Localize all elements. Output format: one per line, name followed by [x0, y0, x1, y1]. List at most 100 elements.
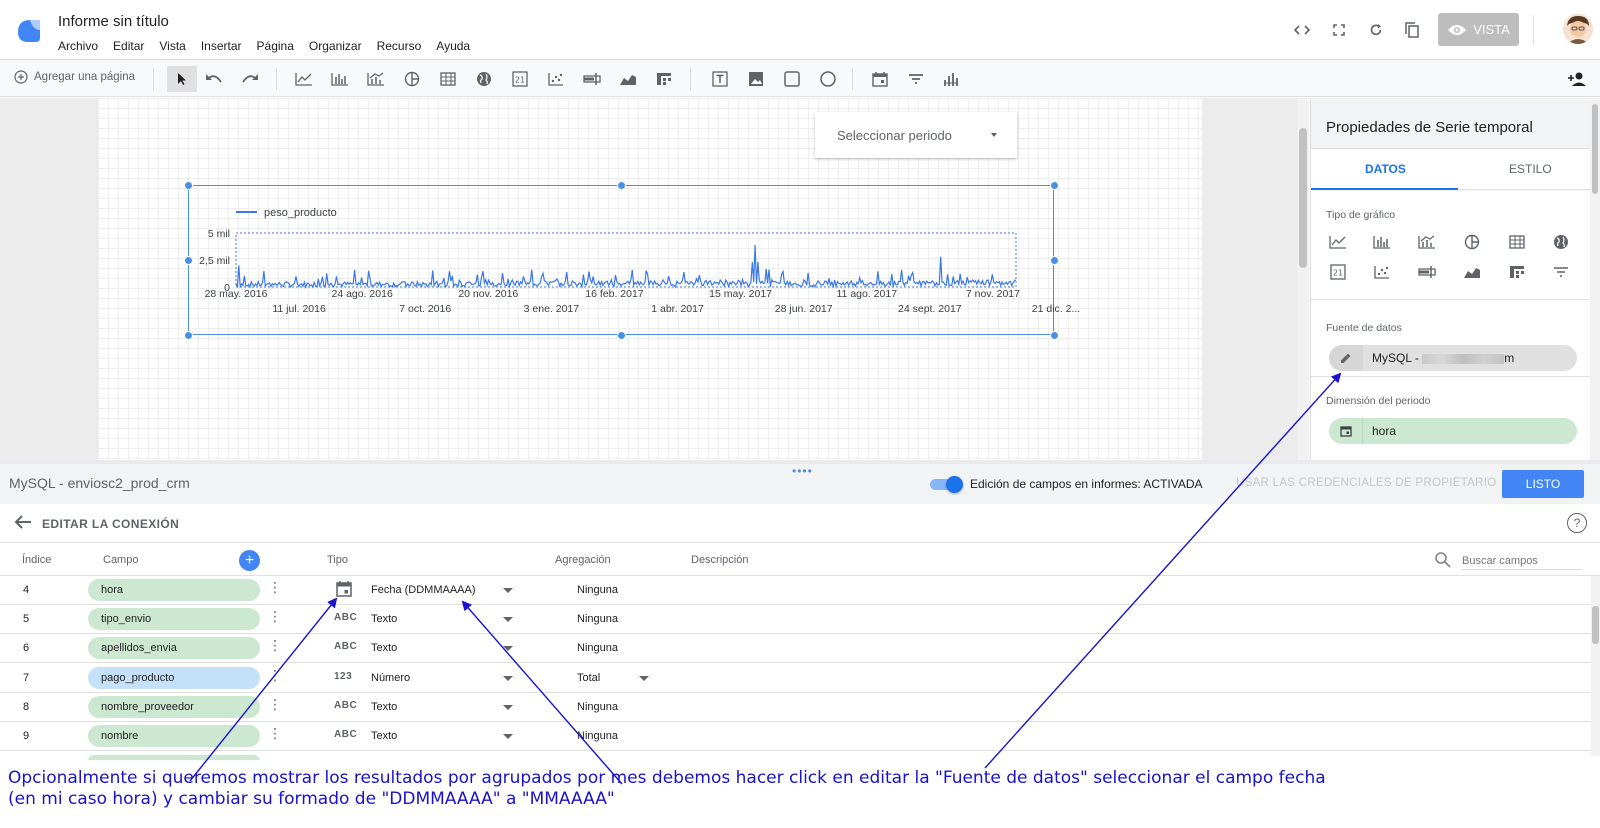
field-chip[interactable]: tipo_envio: [88, 608, 260, 631]
menu-insertar[interactable]: Insertar: [201, 39, 242, 53]
menu-archivo[interactable]: Archivo: [58, 39, 98, 53]
menu-editar[interactable]: Editar: [113, 39, 144, 53]
area-chart-icon[interactable]: [1461, 261, 1483, 283]
field-chip[interactable]: nombre_proveedor: [88, 695, 260, 718]
field-type-value[interactable]: Fecha (DDMMAAAA): [371, 584, 476, 596]
combo-chart-icon[interactable]: [1416, 231, 1438, 253]
period-selector[interactable]: Seleccionar periodo: [815, 112, 1017, 158]
report-title[interactable]: Informe sin título: [58, 13, 169, 30]
table-row[interactable]: 4 hora ⋮ Fecha (DDMMAAAA) Ninguna: [0, 576, 1592, 605]
refresh-icon[interactable]: [1365, 19, 1387, 41]
chevron-down-icon[interactable]: [503, 588, 513, 593]
menu-ayuda[interactable]: Ayuda: [436, 39, 470, 53]
bullet-chart-icon[interactable]: [1416, 261, 1438, 283]
menu-organizar[interactable]: Organizar: [309, 39, 362, 53]
field-editing-toggle[interactable]: [930, 476, 964, 493]
help-icon[interactable]: ?: [1567, 513, 1587, 533]
menu-vista[interactable]: Vista: [159, 39, 185, 53]
image-icon[interactable]: [745, 68, 767, 90]
pivot-table-icon[interactable]: [653, 68, 675, 90]
text-box-icon[interactable]: [709, 68, 731, 90]
field-type-value[interactable]: Texto: [371, 701, 397, 713]
resize-handle-top-right[interactable]: [1050, 181, 1059, 190]
more-vert-icon[interactable]: ⋮: [268, 580, 282, 594]
field-type-value[interactable]: Texto: [371, 730, 397, 742]
more-vert-icon[interactable]: ⋮: [268, 668, 282, 682]
filter-control-icon[interactable]: [905, 68, 927, 90]
chevron-down-icon[interactable]: [503, 704, 513, 710]
menu-recurso[interactable]: Recurso: [377, 39, 422, 53]
data-control-icon[interactable]: [940, 68, 962, 90]
pie-chart-icon[interactable]: [1461, 231, 1483, 253]
combo-chart-icon[interactable]: [365, 68, 387, 90]
geo-map-icon[interactable]: [1550, 231, 1572, 253]
scatter-chart-icon[interactable]: [545, 68, 567, 90]
view-mode-button[interactable]: VISTA: [1438, 13, 1519, 46]
share-add-person-icon[interactable]: [1566, 68, 1588, 90]
aggregation-value[interactable]: Total: [577, 672, 600, 684]
table-row[interactable]: 6 apellidos_envia ⋮ ABC Texto Ninguna: [0, 634, 1592, 664]
field-chip[interactable]: apellidos_envia: [88, 637, 260, 660]
field-type-value[interactable]: Texto: [371, 613, 397, 625]
aggregation-value[interactable]: Ninguna: [577, 730, 618, 742]
resize-handle-top[interactable]: [617, 181, 626, 190]
date-range-icon[interactable]: [869, 68, 891, 90]
more-vert-icon[interactable]: ⋮: [268, 697, 282, 711]
rectangle-icon[interactable]: [781, 68, 803, 90]
table-scrollbar[interactable]: [1591, 576, 1600, 756]
field-type-value[interactable]: Texto: [371, 642, 397, 654]
table-row[interactable]: 8 nombre_proveedor ⋮ ABC Texto Ninguna: [0, 692, 1592, 722]
field-chip[interactable]: pago_producto: [88, 666, 260, 689]
user-avatar[interactable]: [1563, 14, 1593, 44]
panel-scrollbar-thumb[interactable]: [1592, 104, 1598, 194]
bar-chart-icon[interactable]: [329, 68, 351, 90]
search-fields-input[interactable]: [1462, 552, 1582, 570]
chevron-down-icon[interactable]: [503, 734, 513, 739]
time-series-chart-icon[interactable]: [293, 68, 315, 90]
menu-pagina[interactable]: Página: [257, 39, 294, 53]
field-chip[interactable]: hora: [88, 579, 260, 601]
circle-icon[interactable]: [817, 68, 839, 90]
table-row[interactable]: 5 tipo_envio ⋮ ABC Texto Ninguna: [0, 605, 1592, 635]
time-series-chart-icon[interactable]: [1327, 231, 1349, 253]
chevron-down-icon[interactable]: [503, 646, 513, 652]
more-vert-icon[interactable]: ⋮: [268, 638, 282, 652]
embed-code-icon[interactable]: [1291, 19, 1313, 41]
bar-chart-icon[interactable]: [1371, 231, 1393, 253]
chevron-down-icon[interactable]: [639, 675, 649, 681]
field-type-value[interactable]: Número: [371, 672, 410, 684]
aggregation-value[interactable]: Ninguna: [577, 613, 618, 625]
table-row[interactable]: 9 nombre ⋮ ABC Texto Ninguna: [0, 722, 1592, 751]
period-dimension-chip[interactable]: hora: [1329, 418, 1577, 444]
done-button[interactable]: LISTO: [1502, 470, 1584, 498]
undo-icon[interactable]: [203, 68, 225, 90]
edit-connection-link[interactable]: EDITAR LA CONEXIÓN: [42, 517, 179, 531]
data-source-chip[interactable]: MySQL - m: [1329, 345, 1577, 371]
aggregation-value[interactable]: Ninguna: [577, 701, 618, 713]
bullet-chart-icon[interactable]: [581, 68, 603, 90]
tab-datos[interactable]: DATOS: [1365, 162, 1406, 176]
aggregation-value[interactable]: Ninguna: [577, 642, 618, 654]
field-chip[interactable]: nombre: [88, 725, 260, 747]
scorecard-icon[interactable]: 21: [1327, 261, 1349, 283]
geo-map-icon[interactable]: [473, 68, 495, 90]
scatter-chart-icon[interactable]: [1371, 261, 1393, 283]
area-chart-icon[interactable]: [617, 68, 639, 90]
scorecard-icon[interactable]: 21: [509, 68, 531, 90]
canvas-scrollbar-thumb[interactable]: [1299, 128, 1307, 268]
redo-icon[interactable]: [239, 68, 261, 90]
add-field-button[interactable]: +: [239, 550, 260, 571]
fullscreen-icon[interactable]: [1328, 19, 1350, 41]
owner-credentials-button[interactable]: USAR LAS CREDENCIALES DE PROPIETARIO: [1236, 477, 1496, 489]
aggregation-value[interactable]: Ninguna: [577, 584, 618, 596]
pencil-edit-icon[interactable]: [1329, 345, 1363, 371]
tab-estilo[interactable]: ESTILO: [1509, 162, 1552, 176]
select-tool-icon[interactable]: [167, 66, 197, 92]
more-vert-icon[interactable]: ⋮: [268, 609, 282, 623]
table-chart-icon[interactable]: [437, 68, 459, 90]
chevron-down-icon[interactable]: [503, 675, 513, 681]
table-row[interactable]: 7 pago_producto ⋮ 123 Número Total: [0, 663, 1592, 693]
filter-control-icon[interactable]: [1550, 261, 1572, 283]
add-page-button[interactable]: Agregar una página: [14, 70, 135, 84]
copy-report-icon[interactable]: [1401, 19, 1423, 41]
